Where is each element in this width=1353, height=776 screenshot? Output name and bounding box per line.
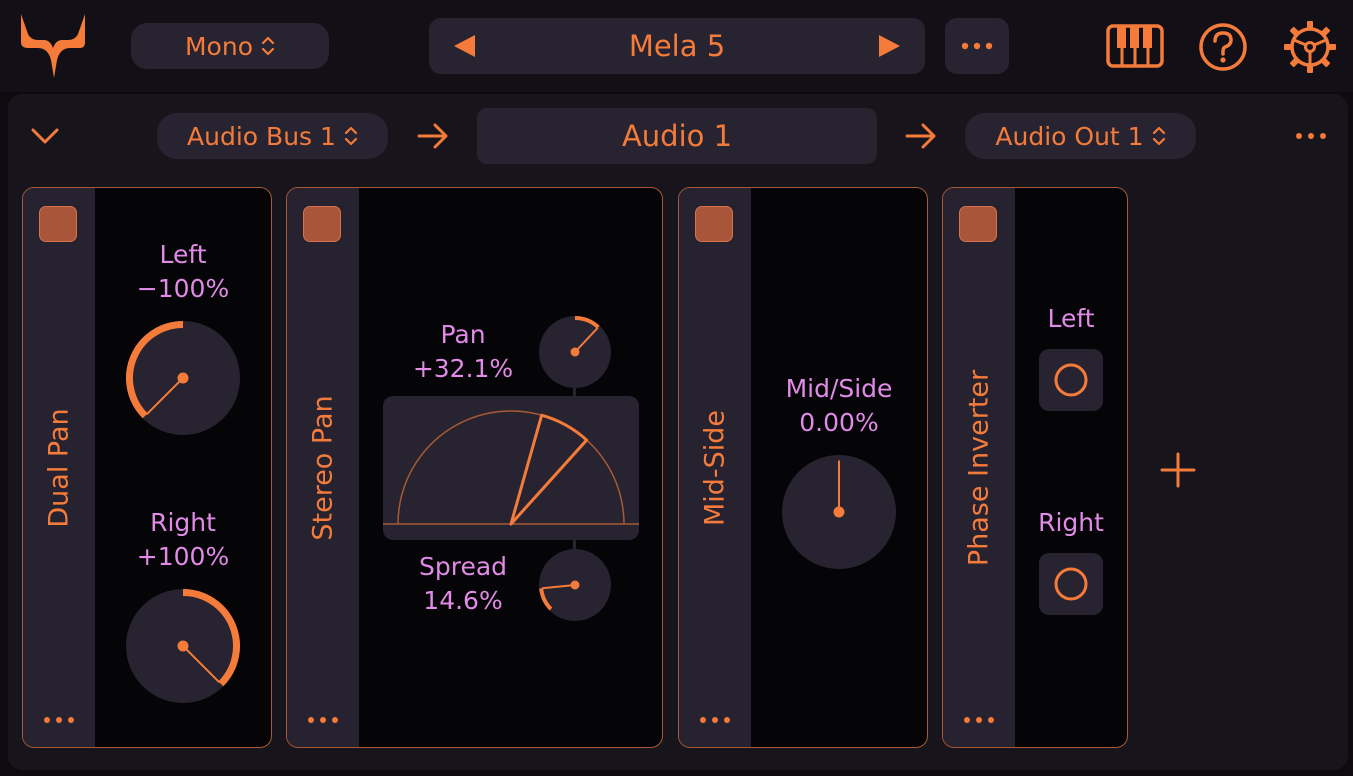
param-label-right: Right +100% (137, 506, 229, 574)
module-enable-toggle[interactable] (959, 206, 997, 242)
param-value: −100% (136, 274, 230, 303)
param-name: Left (159, 240, 207, 269)
previous-preset-icon[interactable] (451, 33, 477, 59)
param-label-pan: Pan +32.1% (413, 318, 513, 386)
next-preset-icon[interactable] (877, 33, 903, 59)
left-pan-knob[interactable] (125, 320, 241, 436)
module-more-dots-icon[interactable] (305, 715, 341, 725)
chevron-up-down-icon (344, 126, 358, 146)
mid-side-knob[interactable] (781, 454, 897, 570)
module-more-dots-icon[interactable] (41, 715, 77, 725)
arrow-right-icon (417, 123, 448, 149)
output-bus-label: Audio Out 1 (995, 121, 1144, 151)
chevron-up-down-icon (1152, 126, 1165, 146)
module-title-text: Phase Inverter (963, 369, 995, 567)
channel-mode-select[interactable]: Mono (131, 23, 329, 69)
param-name: Pan (440, 320, 486, 349)
track-name-field[interactable]: Audio 1 (477, 108, 877, 164)
module-phase-inverter: Phase Inverter (942, 187, 1128, 748)
right-pan-knob[interactable] (125, 588, 241, 704)
module-title-text: Mid-Side (699, 409, 731, 527)
param-name: Right (150, 508, 216, 537)
phase-circle-icon (1054, 363, 1088, 397)
channel-more-dots-icon[interactable] (1294, 131, 1328, 141)
param-value: 0.00% (799, 408, 879, 437)
output-bus-select[interactable]: Audio Out 1 (965, 113, 1196, 159)
stereo-field-display[interactable] (383, 396, 639, 540)
param-label-spread: Spread 14.6% (419, 550, 507, 618)
module-title-text: Dual Pan (43, 408, 75, 528)
param-label-mid-side: Mid/Side 0.00% (786, 372, 893, 440)
preset-more-button[interactable] (945, 18, 1009, 74)
input-bus-label: Audio Bus 1 (187, 121, 336, 151)
module-more-dots-icon[interactable] (961, 715, 997, 725)
preset-name[interactable]: Mela 5 (629, 29, 725, 63)
param-label-left: Left −100% (137, 238, 229, 306)
module-enable-toggle[interactable] (39, 206, 77, 242)
pan-knob[interactable] (538, 315, 612, 389)
phase-left-label: Left (1047, 304, 1095, 333)
input-bus-select[interactable]: Audio Bus 1 (157, 113, 388, 159)
chevron-up-down-icon (261, 36, 275, 56)
param-value: 14.6% (423, 586, 503, 615)
module-title-text: Stereo Pan (307, 395, 339, 541)
piano-keyboard-icon[interactable] (1106, 24, 1164, 68)
spread-knob[interactable] (538, 548, 612, 622)
param-name: Mid/Side (785, 374, 893, 403)
channel-mode-label: Mono (184, 31, 253, 61)
top-bar: Mono Mela 5 (0, 0, 1353, 92)
collapse-chevron-down-icon[interactable] (30, 126, 60, 146)
add-module-plus-icon[interactable] (1158, 450, 1198, 490)
param-value: +32.1% (412, 354, 514, 383)
phase-invert-right-button[interactable] (1039, 553, 1103, 615)
phase-invert-left-button[interactable] (1039, 349, 1103, 411)
module-enable-toggle[interactable] (695, 206, 733, 242)
settings-gear-icon[interactable] (1283, 20, 1337, 74)
vee-logo-icon[interactable] (18, 12, 88, 80)
param-name: Spread (418, 552, 508, 581)
more-dots-icon (961, 42, 993, 50)
phase-right-label: Right (1038, 508, 1104, 537)
param-value: +100% (136, 542, 230, 571)
help-icon[interactable] (1198, 22, 1248, 72)
module-enable-toggle[interactable] (303, 206, 341, 242)
preset-selector[interactable]: Mela 5 (429, 18, 925, 74)
track-name: Audio 1 (621, 119, 733, 153)
arrow-right-icon (905, 123, 936, 149)
module-more-dots-icon[interactable] (697, 715, 733, 725)
phase-circle-icon (1054, 567, 1088, 601)
